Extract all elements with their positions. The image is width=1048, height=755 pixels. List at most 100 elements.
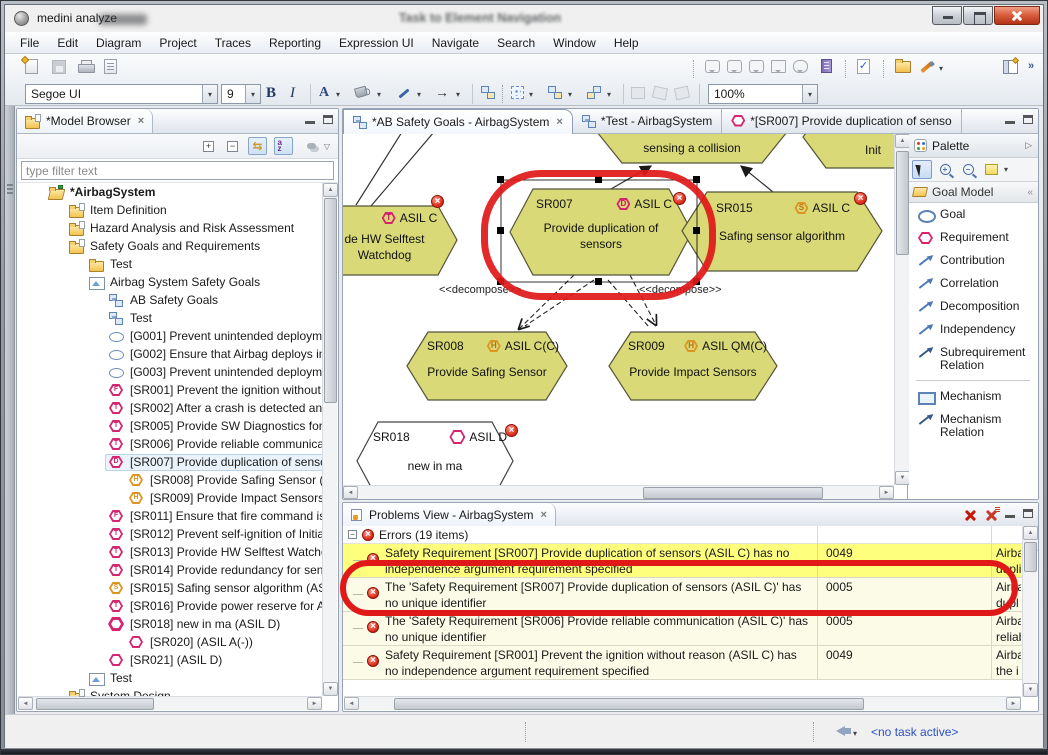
back-navigation-dropdown[interactable]: ▾ <box>853 729 857 738</box>
scroll-down-arrow[interactable]: ▼ <box>323 682 338 696</box>
scroll-up-arrow[interactable]: ▲ <box>323 183 338 197</box>
canvas-horizontal-scrollbar[interactable]: ◄ ► <box>343 485 894 499</box>
minimize-view-icon[interactable] <box>305 121 315 124</box>
req-node-watchdog-shape[interactable] <box>343 206 457 275</box>
scroll-right-arrow[interactable]: ► <box>1006 697 1021 710</box>
note-tool[interactable] <box>981 160 1001 179</box>
link-with-editor-button[interactable]: ⇆ <box>248 137 267 155</box>
tree-item[interactable]: [G002] Ensure that Airbag deploys in cr <box>17 345 323 363</box>
scroll-right-arrow[interactable]: ► <box>307 697 322 710</box>
task-check-button[interactable]: ✓ <box>857 59 870 74</box>
maximize-view-icon[interactable] <box>1023 509 1033 518</box>
error-group-row[interactable]: − × Errors (19 items) <box>343 526 1022 544</box>
print-button[interactable] <box>78 60 93 73</box>
layout-dropdown[interactable]: ▾ <box>568 90 572 99</box>
tree-item[interactable]: D [SR007] Provide duplication of sensors <box>17 453 323 471</box>
zoom-combo[interactable]: 100%▾ <box>708 84 818 104</box>
comment-icon[interactable] <box>705 60 720 73</box>
collapse-all-button[interactable]: − <box>223 137 242 155</box>
tree-item[interactable]: T [SR014] Provide redundancy for sensin <box>17 561 323 579</box>
tree-item[interactable]: H [SR008] Provide Safing Sensor (ASIL <box>17 471 323 489</box>
menu-item[interactable]: Navigate <box>423 34 488 52</box>
menu-item[interactable]: File <box>11 34 48 52</box>
goal-node-init-shape[interactable] <box>803 134 894 168</box>
fill-color-dropdown[interactable]: ▾ <box>377 90 381 99</box>
font-size-dropdown[interactable]: ▾ <box>245 85 260 103</box>
routing-button[interactable] <box>587 86 601 99</box>
scroll-right-arrow[interactable]: ► <box>879 486 894 499</box>
tree-item[interactable]: F [SR001] Prevent the ignition without r… <box>17 381 323 399</box>
review-icon[interactable] <box>793 60 808 73</box>
minimize-button[interactable] <box>932 6 962 25</box>
scroll-down-arrow[interactable]: ▼ <box>1023 683 1038 697</box>
tree-item[interactable]: Item Definition <box>17 201 323 219</box>
palette-drawer-goal-model[interactable]: Goal Model « <box>908 182 1038 203</box>
tree-item[interactable]: [G001] Prevent unintended deploymer <box>17 327 323 345</box>
font-family-dropdown[interactable]: ▾ <box>202 85 217 103</box>
tree-item[interactable]: Airbag System Safety Goals <box>17 273 323 291</box>
tree-item[interactable]: [SR020] (ASIL A(-)) <box>17 633 323 651</box>
perspective-icon[interactable] <box>1003 60 1018 74</box>
palette-item[interactable]: Mechanism <box>908 385 1038 408</box>
tree-item[interactable]: T [SR016] Provide power reserve for ACU <box>17 597 323 615</box>
perspective-overflow-chevron[interactable]: » <box>1028 60 1034 72</box>
menu-item[interactable]: Reporting <box>260 34 330 52</box>
editor-tab-test[interactable]: *Test - AirbagSystem <box>573 108 722 133</box>
tree-item[interactable]: Test <box>17 255 323 273</box>
tree-vertical-scrollbar[interactable]: ▲ ▼ <box>322 183 337 696</box>
tree-item[interactable]: Hazard Analysis and Risk Assessment <box>17 219 323 237</box>
highlighter-button[interactable] <box>920 60 934 74</box>
tree-item[interactable]: H [SR009] Provide Impact Sensors (AS <box>17 489 323 507</box>
line-color-dropdown[interactable]: ▾ <box>417 90 421 99</box>
problems-view-tab[interactable]: Problems View - AirbagSystem × <box>343 503 556 527</box>
routing-dropdown[interactable]: ▾ <box>607 90 611 99</box>
relation-edge[interactable] <box>356 134 402 205</box>
italic-button[interactable]: I <box>290 85 295 102</box>
zoom-in-tool[interactable]: + <box>935 160 955 179</box>
scroll-left-arrow[interactable]: ◄ <box>18 697 33 710</box>
layout-button[interactable] <box>548 86 562 99</box>
drawer-pin-icon[interactable]: « <box>1027 187 1033 198</box>
collapse-group-icon[interactable]: − <box>348 530 357 539</box>
select-mode-button[interactable] <box>511 86 524 99</box>
tree-item[interactable]: T [SR012] Prevent self-ignition of Initi… <box>17 525 323 543</box>
highlighter-dropdown[interactable]: ▾ <box>939 64 943 73</box>
req-node-sr009-shape[interactable] <box>609 332 777 400</box>
menu-item[interactable]: Project <box>150 34 205 52</box>
palette-item[interactable]: Requirement <box>908 226 1038 249</box>
font-family-combo[interactable]: Segoe UI▾ <box>25 84 218 104</box>
active-task-label[interactable]: <no task active> <box>871 725 958 739</box>
palette-item[interactable]: Subrequirement Relation <box>908 341 1038 376</box>
tree-item[interactable]: [G003] Prevent unintended deploymer <box>17 363 323 381</box>
line-color-button[interactable] <box>397 86 411 100</box>
font-size-combo[interactable]: 9▾ <box>221 84 261 104</box>
delete-all-markers-button[interactable] <box>985 509 998 522</box>
attachment-icon[interactable] <box>771 60 786 73</box>
problems-vertical-scrollbar[interactable]: ▲ ▼ <box>1022 526 1037 697</box>
scroll-left-arrow[interactable]: ◄ <box>344 697 359 710</box>
expand-all-button[interactable]: + <box>199 137 218 155</box>
comment-group-icon[interactable] <box>727 60 742 73</box>
font-color-button[interactable]: A <box>319 85 329 101</box>
maximize-editor-icon[interactable] <box>1023 115 1033 124</box>
zoom-out-tool[interactable]: − <box>958 160 978 179</box>
view-menu-icon[interactable]: ▽ <box>320 137 334 155</box>
tree-item[interactable]: Test <box>17 669 323 687</box>
palette-item[interactable]: Decomposition <box>908 295 1038 318</box>
tree-item[interactable]: T [SR006] Provide reliable communicatic <box>17 435 323 453</box>
problems-horizontal-scrollbar[interactable]: ◄ ► <box>344 696 1021 710</box>
editor-tab-sr007[interactable]: *[SR007] Provide duplication of senso <box>722 108 961 133</box>
model-browser-tab[interactable]: *Model Browser × <box>17 109 153 133</box>
fill-color-button[interactable] <box>355 87 367 97</box>
tree-item[interactable]: T [SR005] Provide SW Diagnostics for AC <box>17 417 323 435</box>
report-button[interactable] <box>104 59 117 74</box>
tree-item[interactable]: F [SR011] Ensure that fire command is is <box>17 507 323 525</box>
palette-item[interactable]: Mechanism Relation <box>908 408 1038 443</box>
fast-view-bar[interactable] <box>5 106 15 714</box>
documentation-icon[interactable] <box>821 59 832 73</box>
menu-item[interactable]: Window <box>544 34 605 52</box>
close-view-icon[interactable]: × <box>136 115 144 127</box>
tree-item[interactable]: *AirbagSystem <box>17 183 323 201</box>
font-color-dropdown[interactable]: ▾ <box>336 90 340 99</box>
menu-item[interactable]: Help <box>605 34 648 52</box>
